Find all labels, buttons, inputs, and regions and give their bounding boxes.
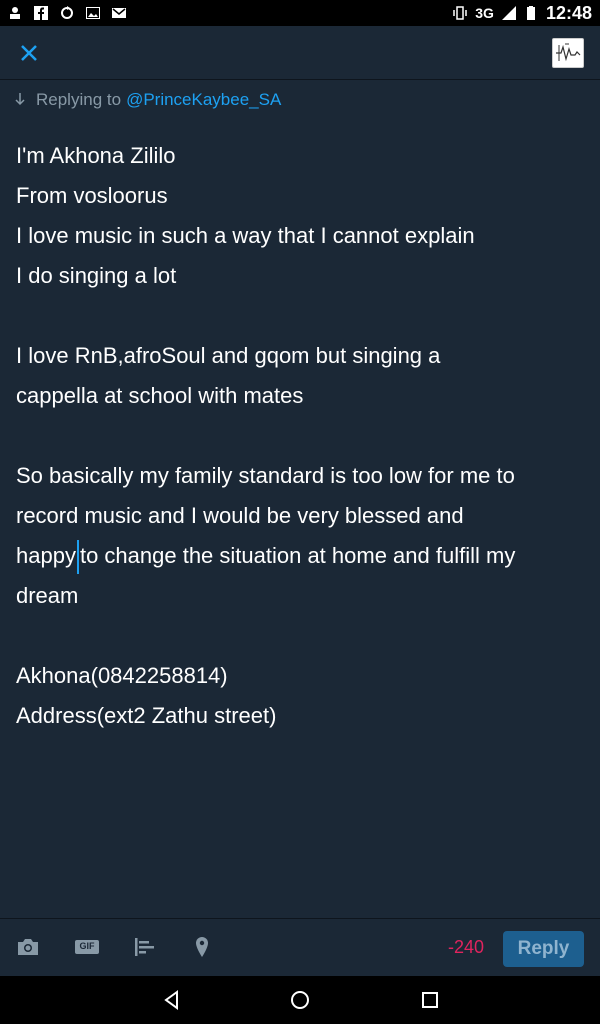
tweet-text-line: I do singing a lot xyxy=(16,256,591,296)
signal-icon xyxy=(501,6,516,20)
tweet-text-segment: I love RnB,afroSoul and gqom but singing… xyxy=(16,343,441,368)
tweet-text-line: Address(ext2 Zathu street) xyxy=(16,696,591,736)
tweet-text-segment: to change the situation at home and fulf… xyxy=(79,543,516,568)
tweet-text-segment: I love music in such a way that I cannot… xyxy=(16,223,475,248)
system-icons: 3G 12:48 xyxy=(453,3,592,24)
recents-button[interactable] xyxy=(420,990,440,1010)
network-type: 3G xyxy=(475,5,494,21)
compose-header xyxy=(0,26,600,80)
avatar-image xyxy=(556,43,581,62)
poll-button[interactable] xyxy=(133,935,157,959)
reply-button[interactable]: Reply xyxy=(503,931,584,967)
gif-label: GIF xyxy=(79,941,95,951)
tweet-text-segment: From vosloorus xyxy=(16,183,168,208)
navigation-bar xyxy=(0,976,600,1024)
tweet-text-line: dream xyxy=(16,576,591,616)
tweet-text-line: From vosloorus xyxy=(16,176,591,216)
image-icon xyxy=(86,7,100,19)
sync-icon xyxy=(61,6,73,19)
home-button[interactable] xyxy=(290,990,310,1010)
gif-button[interactable]: GIF xyxy=(74,935,100,959)
reply-handle-link[interactable]: @PrinceKaybee_SA xyxy=(126,90,281,110)
tweet-text-segment: I do singing a lot xyxy=(16,263,177,288)
status-bar: 3G 12:48 xyxy=(0,0,600,26)
tweet-text-segment: happy xyxy=(16,543,76,568)
user-icon xyxy=(10,7,20,19)
tweet-text-segment: Address(ext2 Zathu street) xyxy=(16,703,277,728)
tweet-compose-input[interactable]: I'm Akhona Zililo From vosloorus I love mu… xyxy=(16,136,591,736)
tweet-text-segment: So basically my family standard is too l… xyxy=(16,463,515,488)
tweet-text-line: Akhona(0842258814) xyxy=(16,656,591,696)
reply-arrow-icon xyxy=(14,92,26,109)
close-button[interactable] xyxy=(14,38,44,68)
location-button[interactable] xyxy=(190,935,214,959)
tweet-text-segment: cappella at school with mates xyxy=(16,383,304,408)
tweet-text-line: cappella at school with mates xyxy=(16,376,591,416)
back-button[interactable] xyxy=(162,990,182,1010)
location-pin-icon xyxy=(196,937,208,957)
battery-icon xyxy=(526,6,535,20)
camera-icon xyxy=(18,939,38,955)
poll-icon xyxy=(135,938,154,956)
clock: 12:48 xyxy=(545,2,592,23)
compose-toolbar: GIF -240 Reply xyxy=(0,918,600,976)
facebook-icon xyxy=(34,6,48,20)
tweet-text-segment: I'm Akhona Zililo xyxy=(16,143,176,168)
tweet-text-line: happy to change the situation at home and… xyxy=(16,536,591,576)
home-circle-icon xyxy=(291,991,309,1009)
close-icon xyxy=(21,45,37,61)
tweet-text-line: I love music in such a way that I cannot… xyxy=(16,216,591,256)
replying-to-label: Replying to xyxy=(36,90,122,109)
tweet-text-line: So basically my family standard is too l… xyxy=(16,456,591,496)
tweet-text-line: I love RnB,afroSoul and gqom but singing… xyxy=(16,336,591,376)
recents-square-icon xyxy=(422,992,438,1008)
mail-icon xyxy=(112,8,126,18)
tweet-text-segment: dream xyxy=(16,583,79,608)
vibrate-icon xyxy=(453,6,468,20)
text-cursor xyxy=(76,540,79,575)
user-avatar[interactable] xyxy=(552,38,584,68)
tweet-text-segment: Akhona(0842258814) xyxy=(16,663,228,688)
tweet-text-line: I'm Akhona Zililo xyxy=(16,136,591,176)
tweet-text-line: record music and I would be very blessed… xyxy=(16,496,591,536)
back-triangle-icon xyxy=(164,990,178,1010)
replying-to: Replying to @PrinceKaybee_SA xyxy=(14,88,281,112)
notification-icons xyxy=(8,6,126,20)
character-counter: -240 xyxy=(448,937,485,957)
camera-button[interactable] xyxy=(16,935,40,959)
tweet-text-segment: record music and I would be very blessed… xyxy=(16,503,464,528)
